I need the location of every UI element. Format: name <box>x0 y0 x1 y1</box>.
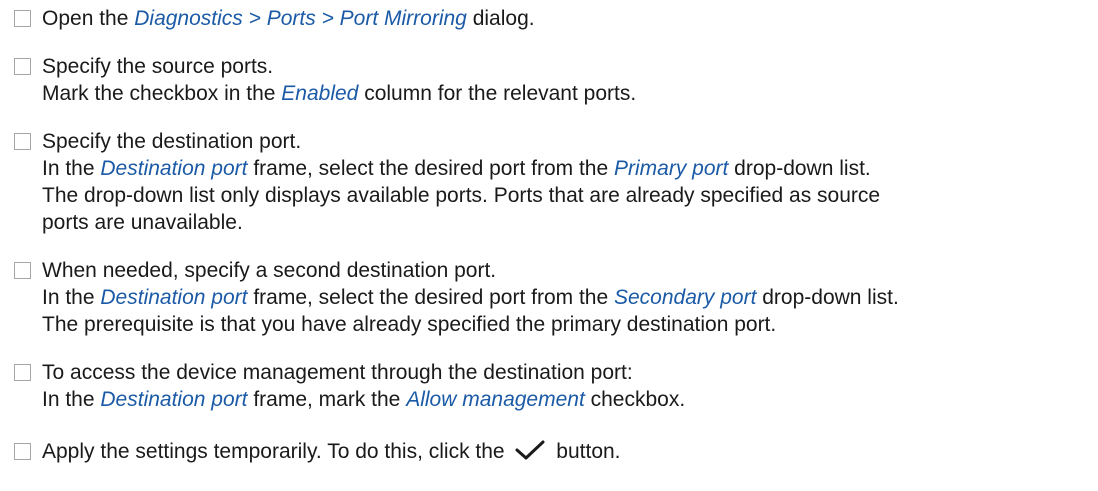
step-checkbox[interactable] <box>14 133 31 150</box>
step-detail: In the Destination port frame, select th… <box>42 157 871 180</box>
menu-path-link[interactable]: Diagnostics > Ports > Port Mirroring <box>134 7 467 30</box>
step-heading: To access the device management through … <box>42 361 633 384</box>
step-destination-port: Specify the destination port. In the Des… <box>14 128 880 236</box>
allow-management-ref: Allow management <box>406 388 585 411</box>
checkmark-icon <box>514 439 546 468</box>
step-note: ports are unavailable. <box>42 211 243 234</box>
secondary-port-ref: Secondary port <box>613 286 757 309</box>
step-heading: When needed, specify a second destinatio… <box>42 259 497 282</box>
step-text: Open the Diagnostics > Ports > Port Mirr… <box>42 7 535 30</box>
destination-port-frame-ref: Destination port <box>100 157 248 180</box>
step-checkbox[interactable] <box>14 364 31 381</box>
step-heading: Specify the destination port. <box>42 130 302 153</box>
step-heading: Specify the source ports. <box>42 55 274 78</box>
step-checkbox[interactable] <box>14 262 31 279</box>
step-apply-settings: Apply the settings temporarily. To do th… <box>14 438 621 468</box>
step-note: The prerequisite is that you have alread… <box>42 313 777 336</box>
step-second-destination-port: When needed, specify a second destinatio… <box>14 257 899 338</box>
destination-port-frame-ref: Destination port <box>100 388 248 411</box>
step-heading: Apply the settings temporarily. To do th… <box>42 438 621 468</box>
step-checkbox[interactable] <box>14 58 31 75</box>
destination-port-frame-ref: Destination port <box>100 286 248 309</box>
step-checkbox[interactable] <box>14 443 31 460</box>
step-detail: In the Destination port frame, mark the … <box>42 388 686 411</box>
enabled-column-ref: Enabled <box>281 82 359 105</box>
step-detail: In the Destination port frame, select th… <box>42 286 899 309</box>
primary-port-ref: Primary port <box>613 157 729 180</box>
step-note: The drop-down list only displays availab… <box>42 184 881 207</box>
step-checkbox[interactable] <box>14 10 31 27</box>
step-open-dialog: Open the Diagnostics > Ports > Port Mirr… <box>14 5 535 32</box>
step-allow-management: To access the device management through … <box>14 359 685 413</box>
step-detail: Mark the checkbox in the Enabled column … <box>42 82 637 105</box>
step-source-ports: Specify the source ports. Mark the check… <box>14 53 636 107</box>
